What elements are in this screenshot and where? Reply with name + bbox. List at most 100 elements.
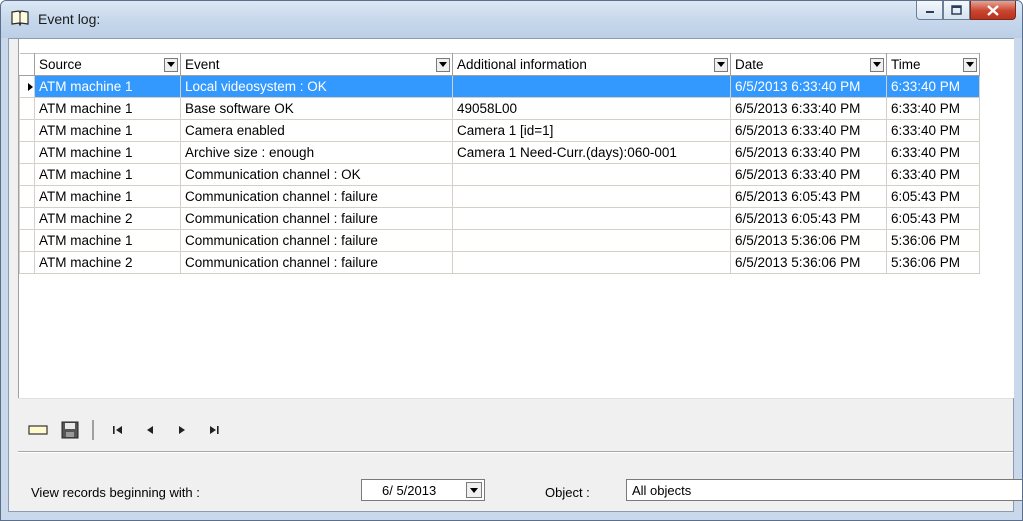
cell-info[interactable]: Camera 1 Need-Curr.(days):060-001 xyxy=(452,141,731,164)
minimize-button[interactable] xyxy=(916,1,943,20)
first-record-button[interactable] xyxy=(108,419,128,441)
cell-event[interactable]: Local videosystem : OK xyxy=(180,75,453,98)
row-indicator-header xyxy=(19,53,35,76)
previous-record-icon xyxy=(147,426,153,434)
cell-source[interactable]: ATM machine 1 xyxy=(34,163,181,186)
next-record-button[interactable] xyxy=(172,419,192,441)
cell-time[interactable]: 6:33:40 PM xyxy=(886,97,980,120)
close-icon xyxy=(987,4,999,16)
cell-date[interactable]: 6/5/2013 6:33:40 PM xyxy=(730,75,887,98)
cell-event[interactable]: Base software OK xyxy=(180,97,453,120)
cell-event[interactable]: Communication channel : failure xyxy=(180,207,453,230)
object-label: Object : xyxy=(545,485,590,500)
title-bar[interactable]: Event log: xyxy=(1,1,1022,38)
cell-source[interactable]: ATM machine 1 xyxy=(34,119,181,142)
book-icon xyxy=(11,10,29,26)
start-date-picker[interactable]: 6/ 5/2013 xyxy=(361,479,485,501)
cell-event[interactable]: Communication channel : failure xyxy=(180,229,453,252)
cell-source[interactable]: ATM machine 2 xyxy=(34,207,181,230)
row-selector[interactable] xyxy=(19,97,35,120)
column-header-date[interactable]: Date xyxy=(730,53,887,76)
cell-event[interactable]: Communication channel : failure xyxy=(180,185,453,208)
close-button[interactable] xyxy=(970,1,1016,20)
row-selector[interactable] xyxy=(19,207,35,230)
cell-info[interactable] xyxy=(452,251,731,274)
toolbar-separator xyxy=(92,420,94,440)
cell-time[interactable]: 5:36:06 PM xyxy=(886,229,980,252)
table-row[interactable]: ATM machine 1 Archive size : enough Came… xyxy=(19,141,980,164)
first-record-icon xyxy=(113,426,122,434)
cell-info[interactable] xyxy=(452,163,731,186)
column-header-source[interactable]: Source xyxy=(34,53,181,76)
cell-event[interactable]: Camera enabled xyxy=(180,119,453,142)
cell-date[interactable]: 6/5/2013 6:33:40 PM xyxy=(730,119,887,142)
previous-record-button[interactable] xyxy=(140,419,160,441)
cell-date[interactable]: 6/5/2013 6:05:43 PM xyxy=(730,185,887,208)
cell-time[interactable]: 6:33:40 PM xyxy=(886,119,980,142)
cell-source[interactable]: ATM machine 1 xyxy=(34,141,181,164)
cell-time[interactable]: 6:33:40 PM xyxy=(886,141,980,164)
cell-date[interactable]: 6/5/2013 6:33:40 PM xyxy=(730,97,887,120)
table-row[interactable]: ATM machine 1 Communication channel : fa… xyxy=(19,229,980,252)
cell-info[interactable]: Camera 1 [id=1] xyxy=(452,119,731,142)
cell-date[interactable]: 6/5/2013 6:33:40 PM xyxy=(730,141,887,164)
save-button[interactable] xyxy=(59,419,81,441)
date-filter-dropdown-icon[interactable] xyxy=(870,57,884,72)
new-record-icon xyxy=(28,425,48,435)
cell-date[interactable]: 6/5/2013 5:36:06 PM xyxy=(730,251,887,274)
cell-date[interactable]: 6/5/2013 6:33:40 PM xyxy=(730,163,887,186)
cell-source[interactable]: ATM machine 1 xyxy=(34,229,181,252)
table-row[interactable]: ATM machine 1 Camera enabled Camera 1 [i… xyxy=(19,119,980,142)
cell-time[interactable]: 6:05:43 PM xyxy=(886,185,980,208)
last-record-button[interactable] xyxy=(204,419,224,441)
cell-info[interactable] xyxy=(452,185,731,208)
row-selector[interactable] xyxy=(19,229,35,252)
chevron-down-icon[interactable] xyxy=(466,482,482,498)
cell-source[interactable]: ATM machine 1 xyxy=(34,97,181,120)
row-selector[interactable] xyxy=(19,251,35,274)
table-row[interactable]: ATM machine 2 Communication channel : fa… xyxy=(19,251,980,274)
cell-info[interactable] xyxy=(452,207,731,230)
row-selector-icon[interactable] xyxy=(19,75,35,98)
cell-time[interactable]: 5:36:06 PM xyxy=(886,251,980,274)
info-filter-dropdown-icon[interactable] xyxy=(714,57,728,72)
maximize-button[interactable] xyxy=(943,1,970,20)
object-field[interactable] xyxy=(626,479,1022,501)
cell-source[interactable]: ATM machine 1 xyxy=(34,185,181,208)
source-filter-dropdown-icon[interactable] xyxy=(164,57,178,72)
grid-footer-strip xyxy=(18,398,1013,417)
row-selector[interactable] xyxy=(19,163,35,186)
event-grid[interactable]: Source Event Additional information Date… xyxy=(18,39,1014,398)
event-table: Source Event Additional information Date… xyxy=(19,53,980,274)
cell-date[interactable]: 6/5/2013 5:36:06 PM xyxy=(730,229,887,252)
column-header-additional-info[interactable]: Additional information xyxy=(452,53,731,76)
row-selector[interactable] xyxy=(19,119,35,142)
column-header-time[interactable]: Time xyxy=(886,53,980,76)
cell-event[interactable]: Archive size : enough xyxy=(180,141,453,164)
cell-time[interactable]: 6:33:40 PM xyxy=(886,75,980,98)
cell-time[interactable]: 6:05:43 PM xyxy=(886,207,980,230)
cell-date[interactable]: 6/5/2013 6:05:43 PM xyxy=(730,207,887,230)
row-selector[interactable] xyxy=(19,141,35,164)
cell-time[interactable]: 6:33:40 PM xyxy=(886,163,980,186)
table-row[interactable]: ATM machine 1 Local videosystem : OK 6/5… xyxy=(19,75,980,98)
new-record-button[interactable] xyxy=(27,419,49,441)
client-area: Source Event Additional information Date… xyxy=(8,38,1022,512)
cell-info[interactable] xyxy=(452,75,731,98)
cell-source[interactable]: ATM machine 2 xyxy=(34,251,181,274)
table-row[interactable]: ATM machine 1 Communication channel : fa… xyxy=(19,185,980,208)
cell-info[interactable]: 49058L00 xyxy=(452,97,731,120)
table-row[interactable]: ATM machine 1 Communication channel : OK… xyxy=(19,163,980,186)
time-filter-dropdown-icon[interactable] xyxy=(963,57,977,72)
cell-event[interactable]: Communication channel : failure xyxy=(180,251,453,274)
row-selector[interactable] xyxy=(19,185,35,208)
cell-event[interactable]: Communication channel : OK xyxy=(180,163,453,186)
minimize-icon xyxy=(925,11,934,13)
event-filter-dropdown-icon[interactable] xyxy=(436,57,450,72)
table-row[interactable]: ATM machine 2 Communication channel : fa… xyxy=(19,207,980,230)
header-row: Source Event Additional information Date… xyxy=(19,53,980,76)
cell-info[interactable] xyxy=(452,229,731,252)
cell-source[interactable]: ATM machine 1 xyxy=(34,75,181,98)
table-row[interactable]: ATM machine 1 Base software OK 49058L00 … xyxy=(19,97,980,120)
column-header-event[interactable]: Event xyxy=(180,53,453,76)
